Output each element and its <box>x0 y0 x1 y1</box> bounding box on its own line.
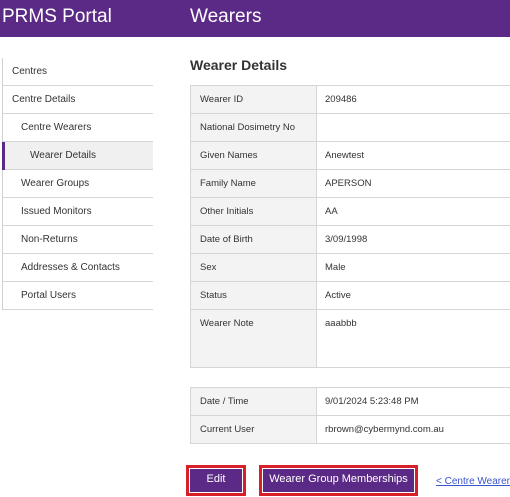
sidebar-item-centres[interactable]: Centres <box>3 58 153 86</box>
table-row: Current User rbrown@cybermynd.com.au <box>191 416 510 444</box>
field-label: Given Names <box>191 142 317 169</box>
field-value: 9/01/2024 5:23:48 PM <box>317 388 510 415</box>
table-row: Wearer Note aaabbb <box>191 310 510 368</box>
top-bar: PRMS Portal Wearers <box>0 0 510 37</box>
field-value: Active <box>317 282 510 309</box>
field-label: Sex <box>191 254 317 281</box>
field-label: Date / Time <box>191 388 317 415</box>
sidebar-item-centre-wearers[interactable]: Centre Wearers <box>3 114 153 142</box>
wearer-details-table: Wearer ID 209486 National Dosimetry No G… <box>190 85 510 368</box>
field-label: Wearer Note <box>191 310 317 367</box>
field-value: rbrown@cybermynd.com.au <box>317 416 510 443</box>
sidebar-item-addresses-contacts[interactable]: Addresses & Contacts <box>3 254 153 282</box>
sidebar-item-portal-users[interactable]: Portal Users <box>3 282 153 310</box>
field-label: Wearer ID <box>191 86 317 113</box>
app-brand[interactable]: PRMS Portal <box>2 5 112 29</box>
table-row: Status Active <box>191 282 510 310</box>
page-heading: Wearers <box>190 6 262 27</box>
field-value: 209486 <box>317 86 510 113</box>
field-label: Family Name <box>191 170 317 197</box>
table-row: Wearer ID 209486 <box>191 86 510 114</box>
sidebar-item-issued-monitors[interactable]: Issued Monitors <box>3 198 153 226</box>
table-row: Family Name APERSON <box>191 170 510 198</box>
field-value: aaabbb <box>317 310 510 367</box>
section-title: Wearer Details <box>190 57 288 73</box>
field-label: Current User <box>191 416 317 443</box>
sidebar-nav: Centres Centre Details Centre Wearers We… <box>2 58 153 310</box>
field-value: APERSON <box>317 170 510 197</box>
field-value <box>317 114 510 141</box>
table-row: Given Names Anewtest <box>191 142 510 170</box>
sidebar-item-wearer-groups[interactable]: Wearer Groups <box>3 170 153 198</box>
field-label: Other Initials <box>191 198 317 225</box>
field-value: 3/09/1998 <box>317 226 510 253</box>
back-to-centre-wearers-link[interactable]: < Centre Wearers <box>436 475 510 489</box>
field-value: Male <box>317 254 510 281</box>
sidebar-item-centre-details[interactable]: Centre Details <box>3 86 153 114</box>
wearer-group-memberships-button[interactable]: Wearer Group Memberships <box>259 465 418 496</box>
field-label: National Dosimetry No <box>191 114 317 141</box>
table-row: Other Initials AA <box>191 198 510 226</box>
field-label: Date of Birth <box>191 226 317 253</box>
sidebar-item-wearer-details[interactable]: Wearer Details <box>2 142 153 170</box>
audit-info-table: Date / Time 9/01/2024 5:23:48 PM Current… <box>190 387 510 444</box>
edit-button[interactable]: Edit <box>186 465 246 496</box>
sidebar-item-non-returns[interactable]: Non-Returns <box>3 226 153 254</box>
table-row: Sex Male <box>191 254 510 282</box>
field-label: Status <box>191 282 317 309</box>
table-row: National Dosimetry No <box>191 114 510 142</box>
table-row: Date / Time 9/01/2024 5:23:48 PM <box>191 388 510 416</box>
field-value: Anewtest <box>317 142 510 169</box>
table-row: Date of Birth 3/09/1998 <box>191 226 510 254</box>
field-value: AA <box>317 198 510 225</box>
